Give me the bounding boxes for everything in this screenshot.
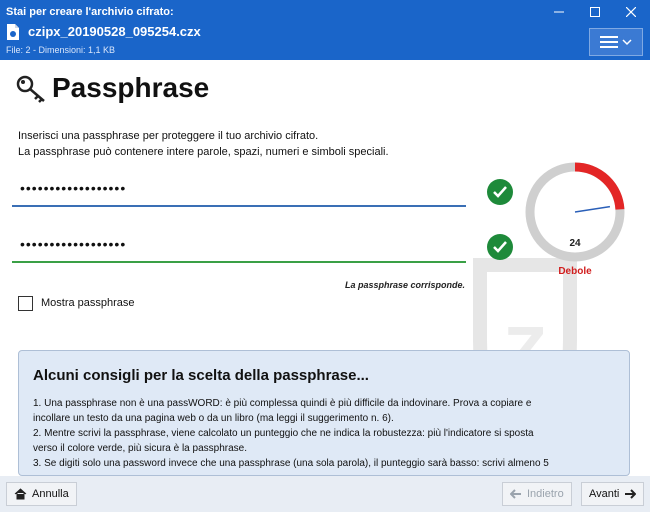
page-title: Passphrase — [52, 72, 210, 103]
tips-text: 1. Una passphrase non è una passWORD: è … — [33, 396, 623, 471]
tip-line: verso il colore verde, più sicura è la p… — [33, 443, 247, 454]
strength-score: 24 — [569, 238, 581, 249]
close-icon — [626, 7, 636, 17]
maximize-button[interactable] — [577, 0, 613, 24]
gauge-needle — [574, 205, 611, 213]
tip-line: incollare un testo da una pagina web o d… — [33, 413, 394, 424]
title-bar: Stai per creare l'archivio cifrato: czip… — [0, 0, 650, 60]
next-button-label: Avanti — [589, 488, 620, 500]
tips-panel: Alcuni consigli per la scelta della pass… — [18, 350, 630, 476]
archive-file-name: czipx_20190528_095254.czx — [28, 24, 201, 39]
hamburger-icon — [600, 36, 618, 48]
cancel-button[interactable]: Annulla — [6, 482, 77, 506]
intro-line-1: Inserisci una passphrase per proteggere … — [18, 130, 319, 142]
passphrase-field[interactable] — [12, 171, 466, 207]
archive-file-icon — [7, 24, 19, 40]
arrow-left-icon — [510, 489, 521, 499]
tips-title: Alcuni consigli per la scelta della pass… — [33, 367, 369, 384]
home-icon — [14, 488, 27, 500]
archive-file-info: File: 2 - Dimensioni: 1,1 KB — [6, 45, 116, 55]
close-button[interactable] — [613, 0, 649, 24]
menu-button[interactable] — [589, 28, 643, 56]
tip-line: 3. Se digiti solo una password invece ch… — [33, 458, 549, 469]
strength-label: Debole — [558, 266, 592, 277]
intro-line-2: La passphrase può contenere intere parol… — [18, 146, 389, 158]
tip-line: 1. Una passphrase non è una passWORD: è … — [33, 398, 532, 409]
match-message: La passphrase corrisponde. — [344, 280, 465, 290]
maximize-icon — [590, 7, 600, 17]
confirm-valid-check-icon — [487, 234, 513, 260]
show-passphrase-label[interactable]: Mostra passphrase — [41, 297, 135, 309]
arrow-right-icon — [625, 489, 637, 499]
key-icon — [16, 75, 45, 103]
cancel-button-label: Annulla — [32, 488, 69, 500]
minimize-button[interactable] — [541, 0, 577, 24]
back-button[interactable]: Indietro — [502, 482, 572, 506]
show-passphrase-checkbox[interactable] — [18, 296, 33, 311]
minimize-icon — [554, 11, 564, 13]
tip-line: 2. Mentre scrivi la passphrase, viene ca… — [33, 428, 534, 439]
window-title: Stai per creare l'archivio cifrato: — [6, 6, 174, 18]
intro-text: Inserisci una passphrase per proteggere … — [18, 128, 389, 160]
chevron-down-icon — [622, 39, 632, 46]
next-button[interactable]: Avanti — [581, 482, 645, 506]
passphrase-valid-check-icon — [487, 179, 513, 205]
back-button-label: Indietro — [527, 488, 564, 500]
confirm-passphrase-field[interactable] — [12, 227, 466, 263]
